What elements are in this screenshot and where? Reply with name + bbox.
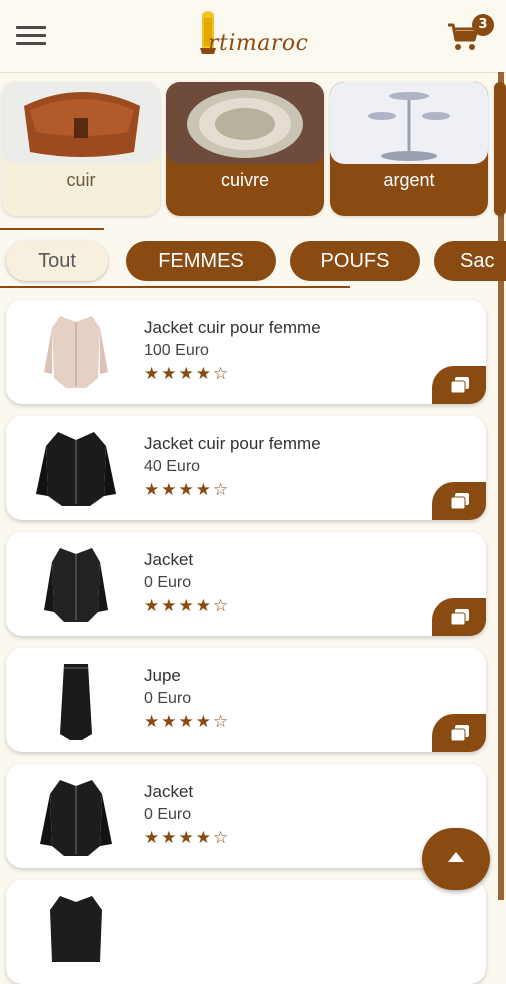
product-image — [50, 896, 102, 962]
product-rating: ★★★★☆ — [144, 364, 231, 383]
add-to-cart-icon — [451, 377, 469, 393]
product-image — [60, 664, 92, 740]
add-to-cart-button[interactable] — [432, 482, 486, 520]
product-price: 40 Euro — [144, 458, 201, 475]
add-to-cart-button[interactable] — [432, 366, 486, 404]
filter-divider — [0, 286, 350, 288]
product-card[interactable]: Jacket 0 Euro ★★★★☆ — [6, 532, 486, 636]
bag-illustration — [24, 92, 140, 157]
hamburger-menu-icon[interactable] — [16, 26, 46, 46]
add-to-cart-icon — [451, 725, 469, 741]
category-divider — [0, 228, 104, 230]
product-image — [44, 316, 108, 388]
product-card[interactable]: Jacket cuir pour femme 100 Euro ★★★★☆ — [6, 300, 486, 404]
product-card[interactable]: Jupe 0 Euro ★★★★☆ — [6, 648, 486, 752]
product-name: Jacket cuir pour femme — [144, 434, 321, 453]
product-name: Jacket cuir pour femme — [144, 318, 321, 337]
product-rating: ★★★★☆ — [144, 480, 231, 499]
add-to-cart-icon — [451, 493, 469, 509]
product-price: 100 Euro — [144, 342, 209, 359]
filter-chip-tout[interactable]: Tout — [6, 241, 108, 281]
product-rating: ★★★★☆ — [144, 596, 231, 615]
product-card[interactable]: Jacket 0 Euro ★★★★☆ — [6, 764, 486, 868]
add-to-cart-icon — [451, 609, 469, 625]
product-image — [44, 548, 108, 622]
stand-illustration — [368, 92, 450, 161]
scroll-to-top-button[interactable] — [422, 828, 490, 890]
filter-chip-femmes[interactable]: FEMMES — [126, 241, 276, 281]
copper-tray-image — [166, 82, 324, 164]
add-to-cart-button[interactable] — [432, 598, 486, 636]
category-label: cuir — [66, 170, 96, 190]
category-label: cuivre — [220, 170, 269, 190]
product-name: Jupe — [144, 666, 181, 685]
cart-count-badge: 3 — [472, 14, 494, 36]
leather-bag-image — [2, 82, 160, 164]
category-card-cuir[interactable]: cuir — [2, 82, 160, 216]
product-price: 0 Euro — [144, 806, 192, 823]
logo-text: rtimaroc — [208, 31, 309, 56]
category-card-cuivre[interactable]: cuivre — [166, 82, 324, 216]
product-rating: ★★★★☆ — [144, 712, 231, 731]
cart-button[interactable]: 3 — [446, 12, 494, 54]
category-card-argent[interactable]: argent — [330, 82, 488, 216]
filter-chip-poufs[interactable]: POUFS — [290, 241, 420, 281]
filter-chip-sac[interactable]: Sac — [434, 241, 506, 281]
product-price: 0 Euro — [144, 690, 192, 707]
product-image — [36, 432, 116, 506]
product-name: Jacket — [144, 550, 194, 569]
product-price: 0 Euro — [144, 574, 192, 591]
silver-stand-image — [330, 82, 488, 164]
filter-chips: Tout FEMMES POUFS Sac — [0, 238, 506, 286]
product-card[interactable]: Jacket cuir pour femme 40 Euro ★★★★☆ — [6, 416, 486, 520]
add-to-cart-button[interactable] — [432, 714, 486, 752]
category-label: argent — [383, 170, 435, 190]
product-image — [40, 780, 112, 856]
product-rating: ★★★★☆ — [144, 828, 231, 847]
tray-illustration — [187, 90, 303, 158]
category-carousel[interactable]: cuir cuivre argent — [0, 80, 506, 220]
product-card-partial[interactable] — [6, 880, 486, 984]
chevron-up-icon — [448, 852, 464, 862]
product-name: Jacket — [144, 782, 194, 801]
category-card-partial[interactable] — [494, 82, 506, 216]
app-header: rtimaroc 3 — [0, 0, 506, 73]
